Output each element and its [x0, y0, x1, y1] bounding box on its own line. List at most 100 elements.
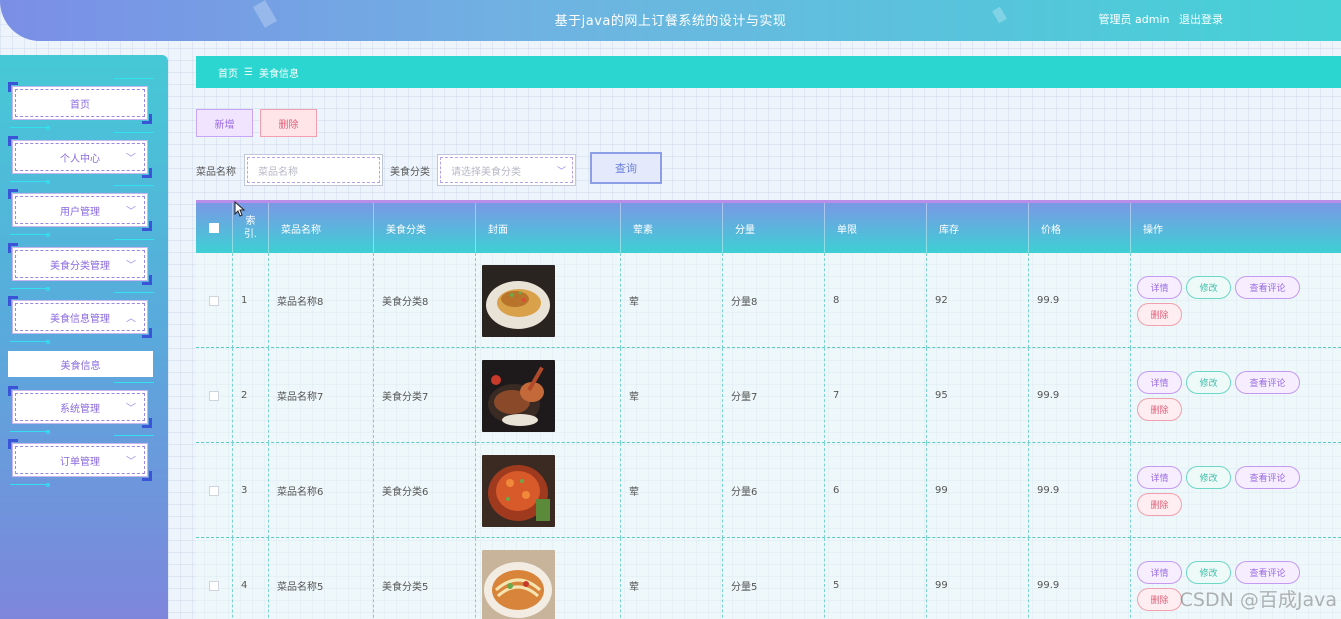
category-select[interactable]: 请选择美食分类 ﹀ — [437, 154, 576, 186]
cell-limit: 6 — [825, 443, 927, 538]
header-price: 价格 — [1029, 203, 1131, 253]
name-search-label: 菜品名称 — [196, 167, 236, 178]
breadcrumb: 首页 ☰ 美食信息 — [196, 56, 1341, 88]
cell-name: 菜品名称6 — [269, 443, 374, 538]
detail-button[interactable]: 详情 — [1137, 465, 1182, 489]
category-search-label: 美食分类 — [390, 167, 430, 178]
food-table: 索 引. 菜品名称 美食分类 封面 荤素 分量 单限 库存 价格 操作 1 菜品… — [196, 200, 1341, 619]
food-image — [482, 549, 555, 619]
batch-delete-button[interactable]: 删除 — [260, 109, 317, 137]
cell-price: 99.9 — [1029, 538, 1131, 619]
sidebar-item-label: 用户管理 — [60, 206, 100, 218]
cell-type: 荤 — [621, 253, 723, 348]
cell-category: 美食分类6 — [374, 443, 476, 538]
sidebar-item-food-info[interactable]: 美食信息管理 ︿ — [8, 292, 154, 344]
row-checkbox[interactable] — [196, 443, 233, 538]
detail-button[interactable]: 详情 — [1137, 275, 1182, 299]
cell-portion: 分量5 — [723, 538, 825, 619]
view-reviews-button[interactable]: 查看评论 — [1235, 560, 1300, 584]
sidebar-item-home[interactable]: 首页 — [8, 78, 154, 130]
sidebar: 首页 个人中心 ﹀ 用户管理 ﹀ 美食分类管理 ﹀ 美食信息管理 ︿ 美食信息 系统管理… — [0, 55, 168, 619]
sidebar-item-label: 系统管理 — [60, 403, 100, 415]
query-button[interactable]: 查询 — [590, 152, 662, 184]
header-limit: 单限 — [825, 203, 927, 253]
sidebar-item-label: 美食分类管理 — [50, 260, 110, 272]
delete-button[interactable]: 删除 — [1137, 587, 1182, 611]
cell-price: 99.9 — [1029, 348, 1131, 443]
sidebar-item-food-category[interactable]: 美食分类管理 ﹀ — [8, 239, 154, 291]
sidebar-item-label: 首页 — [70, 99, 90, 111]
sidebar-item-system[interactable]: 系统管理 ﹀ — [8, 382, 154, 434]
user-area: 管理员 admin 退出登录 — [1093, 11, 1223, 27]
category-select-placeholder: 请选择美食分类 — [451, 166, 521, 178]
view-reviews-button[interactable]: 查看评论 — [1235, 275, 1300, 299]
delete-button[interactable]: 删除 — [1137, 302, 1182, 326]
header-type: 荤素 — [621, 203, 723, 253]
add-button[interactable]: 新增 — [196, 109, 253, 137]
cell-price: 99.9 — [1029, 443, 1131, 538]
edit-button[interactable]: 修改 — [1186, 560, 1231, 584]
header-portion: 分量 — [723, 203, 825, 253]
delete-button[interactable]: 删除 — [1137, 397, 1182, 421]
cell-index: 1 — [233, 253, 269, 348]
cell-category: 美食分类8 — [374, 253, 476, 348]
detail-button[interactable]: 详情 — [1137, 560, 1182, 584]
food-image — [482, 454, 555, 527]
delete-button[interactable]: 删除 — [1137, 492, 1182, 516]
cell-stock: 92 — [927, 253, 1029, 348]
breadcrumb-current: 美食信息 — [258, 68, 299, 80]
detail-button[interactable]: 详情 — [1137, 370, 1182, 394]
cell-index: 3 — [233, 443, 269, 538]
cell-limit: 7 — [825, 348, 927, 443]
name-search-input[interactable]: 菜品名称 — [244, 154, 383, 186]
chevron-down-icon: ﹀ — [556, 166, 566, 177]
cell-index: 2 — [233, 348, 269, 443]
cell-portion: 分量7 — [723, 348, 825, 443]
header-name: 菜品名称 — [269, 203, 374, 253]
breadcrumb-home[interactable]: 首页 — [218, 65, 238, 80]
sidebar-item-orders[interactable]: 订单管理 ﹀ — [8, 435, 154, 487]
admin-label: 管理员 admin — [1098, 13, 1170, 26]
food-image — [482, 264, 555, 337]
submenu-item-food-info[interactable]: 美食信息 — [8, 351, 153, 377]
row-checkbox[interactable] — [196, 538, 233, 619]
sidebar-item-users[interactable]: 用户管理 ﹀ — [8, 185, 154, 237]
cell-category: 美食分类7 — [374, 348, 476, 443]
header-stock: 库存 — [927, 203, 1029, 253]
logout-link[interactable]: 退出登录 — [1179, 13, 1223, 26]
select-all-checkbox[interactable] — [196, 203, 233, 253]
view-reviews-button[interactable]: 查看评论 — [1235, 465, 1300, 489]
chevron-up-icon: ︿ — [126, 313, 136, 325]
cell-index: 4 — [233, 538, 269, 619]
food-image — [482, 359, 555, 432]
cell-portion: 分量6 — [723, 443, 825, 538]
table-header: 索 引. 菜品名称 美食分类 封面 荤素 分量 单限 库存 价格 操作 — [196, 200, 1341, 253]
cell-ops: 详情 修改 查看评论 删除 — [1131, 253, 1341, 348]
edit-button[interactable]: 修改 — [1186, 275, 1231, 299]
watermark: CSDN @百成Java — [1179, 589, 1337, 611]
cell-limit: 8 — [825, 253, 927, 348]
cell-stock: 99 — [927, 443, 1029, 538]
header-category: 美食分类 — [374, 203, 476, 253]
cell-type: 荤 — [621, 443, 723, 538]
view-reviews-button[interactable]: 查看评论 — [1235, 370, 1300, 394]
chevron-down-icon: ﹀ — [126, 403, 136, 415]
cell-name: 菜品名称8 — [269, 253, 374, 348]
header-cover: 封面 — [476, 203, 621, 253]
cell-name: 菜品名称5 — [269, 538, 374, 619]
chevron-down-icon: ﹀ — [126, 206, 136, 218]
cell-stock: 99 — [927, 538, 1029, 619]
row-checkbox[interactable] — [196, 348, 233, 443]
edit-button[interactable]: 修改 — [1186, 370, 1231, 394]
edit-button[interactable]: 修改 — [1186, 465, 1231, 489]
cell-limit: 5 — [825, 538, 927, 619]
table-row: 4 菜品名称5 美食分类5 荤 分量5 5 99 99.9 详情 修改 查看评论… — [196, 538, 1341, 619]
cell-cover — [476, 253, 621, 348]
cell-stock: 95 — [927, 348, 1029, 443]
row-checkbox[interactable] — [196, 253, 233, 348]
table-row: 2 菜品名称7 美食分类7 荤 分量7 7 95 99.9 详情 修改 查看评论… — [196, 348, 1341, 443]
sidebar-item-profile[interactable]: 个人中心 ﹀ — [8, 132, 154, 184]
table-row: 3 菜品名称6 美食分类6 荤 分量6 6 99 99.9 详情 修改 查看评论… — [196, 443, 1341, 538]
chevron-down-icon: ﹀ — [126, 456, 136, 468]
cell-price: 99.9 — [1029, 253, 1131, 348]
